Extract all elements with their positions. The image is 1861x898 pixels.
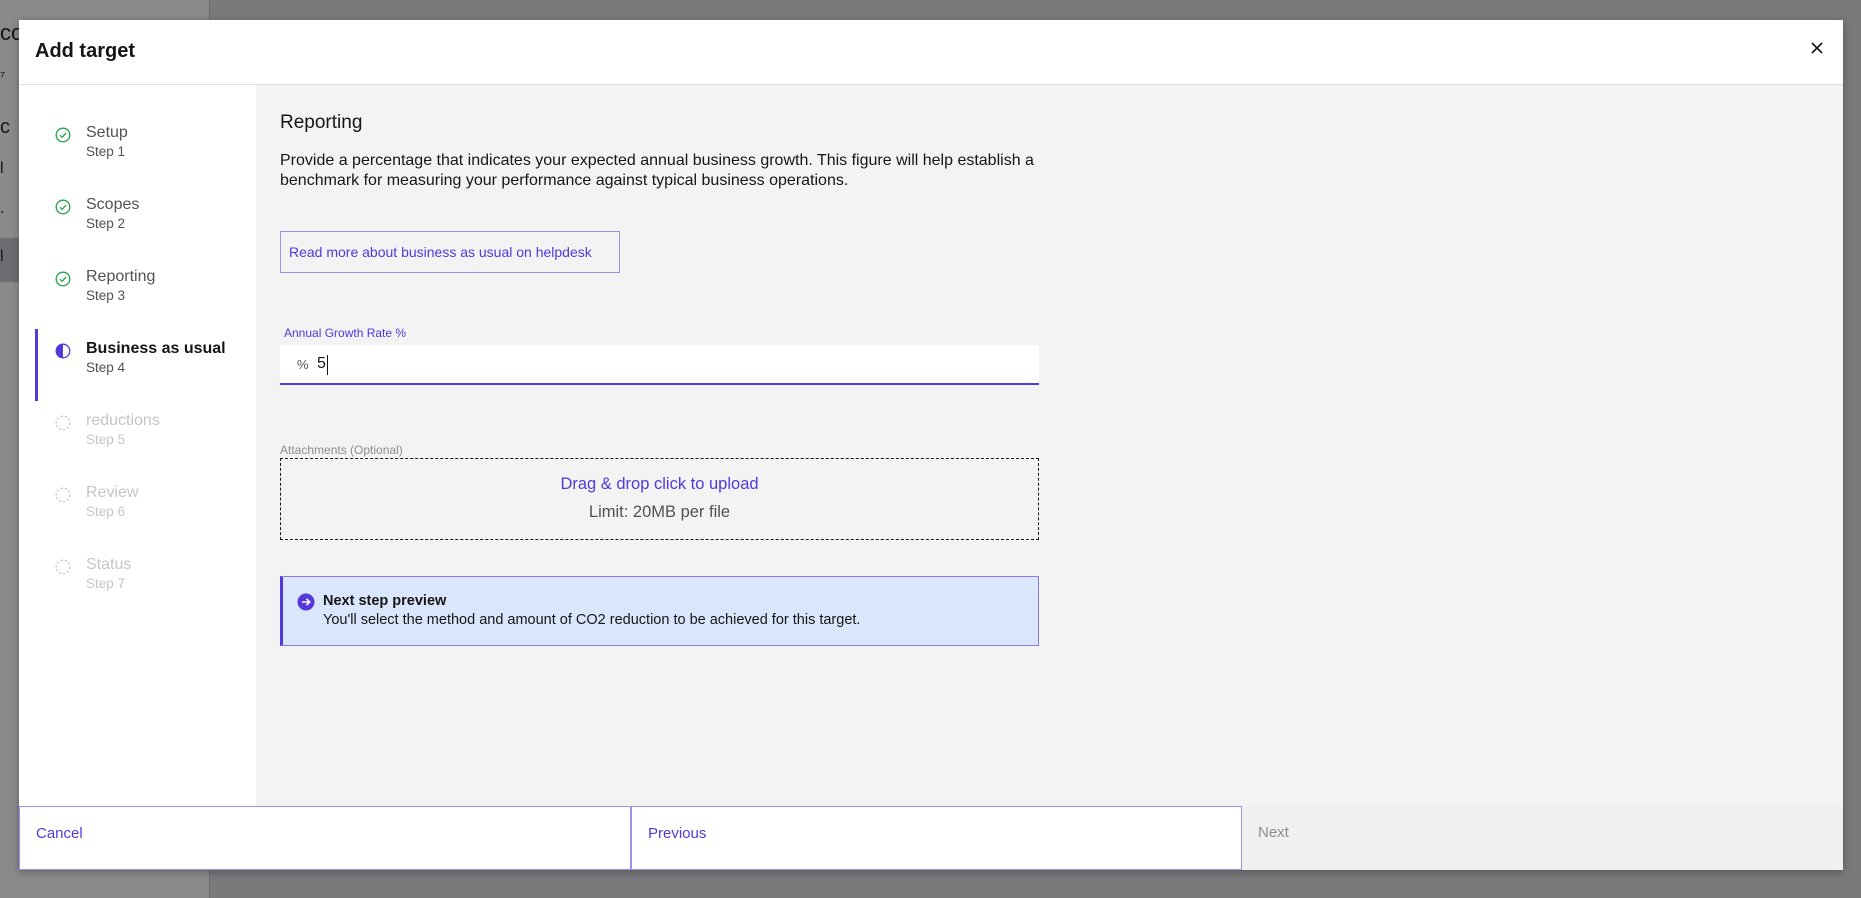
next-step-notification: Next step preview You'll select the meth…	[280, 576, 1039, 646]
progress-step-scopes[interactable]: Scopes Step 2	[35, 185, 256, 245]
section-description: Provide a percentage that indicates your…	[280, 152, 1034, 189]
modal-footer: Cancel Previous Next	[19, 806, 1843, 870]
step-number: Step 1	[86, 144, 126, 159]
step-label: Setup	[86, 124, 128, 141]
checkmark-outline-icon	[55, 127, 71, 143]
progress-step-review: Review Step 6	[35, 473, 256, 533]
progress-indicator: Setup Step 1 Scopes Step 2 Reporting Ste…	[19, 85, 256, 806]
arrow-right-circle-icon	[297, 593, 315, 611]
previous-button[interactable]: Previous	[631, 806, 1242, 870]
file-upload-dropzone[interactable]: Drag & drop click to upload Limit: 20MB …	[280, 458, 1039, 540]
step-label: Business as usual	[86, 340, 226, 357]
helpdesk-link-button[interactable]: Read more about business as usual on hel…	[280, 231, 620, 273]
upload-limit: Limit: 20MB per file	[588, 503, 731, 521]
background-text: .	[0, 200, 5, 217]
modal-header: Add target	[19, 20, 1843, 85]
step-number: Step 6	[86, 504, 126, 519]
current-step-indicator	[35, 329, 38, 401]
circle-dash-icon	[55, 487, 71, 503]
step-number: Step 7	[86, 576, 126, 591]
annual-growth-rate-input[interactable]	[317, 345, 1017, 383]
progress-step-business-as-usual[interactable]: Business as usual Step 4	[35, 329, 256, 401]
circle-dash-icon	[55, 415, 71, 431]
percent-prefix: %	[297, 357, 309, 372]
annual-growth-rate-field[interactable]: %	[280, 345, 1039, 385]
notification-body: You'll select the method and amount of C…	[323, 612, 861, 628]
step-label: Reporting	[86, 268, 156, 285]
cancel-button[interactable]: Cancel	[19, 806, 631, 870]
step-number: Step 5	[86, 432, 126, 447]
close-button[interactable]	[1801, 32, 1833, 64]
step-number: Step 3	[86, 288, 126, 303]
step-label: Review	[86, 484, 139, 501]
background-text: c	[0, 116, 10, 138]
background-text: l	[0, 248, 4, 265]
circle-dash-icon	[55, 559, 71, 575]
checkmark-outline-icon	[55, 199, 71, 215]
progress-step-reporting[interactable]: Reporting Step 3	[35, 257, 256, 317]
attachments-label: Attachments (Optional)	[280, 443, 403, 457]
section-title: Reporting	[280, 112, 363, 133]
notification-title: Next step preview	[323, 593, 447, 609]
close-icon	[1811, 42, 1823, 54]
step-content: Reporting Provide a percentage that indi…	[256, 85, 1843, 806]
step-label: Status	[86, 556, 132, 573]
progress-step-setup[interactable]: Setup Step 1	[35, 113, 256, 173]
step-label: reductions	[86, 412, 160, 429]
annual-growth-rate-label: Annual Growth Rate %	[284, 326, 407, 340]
checkmark-outline-icon	[55, 271, 71, 287]
background-text: l	[0, 160, 4, 177]
text-cursor	[327, 355, 328, 375]
add-target-modal: Add target Setup Step 1 Scopes Step 2 Re…	[19, 20, 1843, 870]
progress-step-status: Status Step 7	[35, 545, 256, 605]
progress-step-reductions: reductions Step 5	[35, 401, 256, 461]
background-text: ⁷	[0, 68, 6, 84]
next-button[interactable]: Next	[1242, 806, 1843, 870]
upload-prompt: Drag & drop click to upload	[560, 475, 759, 493]
step-number: Step 4	[86, 360, 126, 375]
modal-title: Add target	[35, 40, 135, 62]
step-number: Step 2	[86, 216, 126, 231]
incomplete-half-icon	[55, 343, 71, 359]
step-label: Scopes	[86, 196, 140, 213]
